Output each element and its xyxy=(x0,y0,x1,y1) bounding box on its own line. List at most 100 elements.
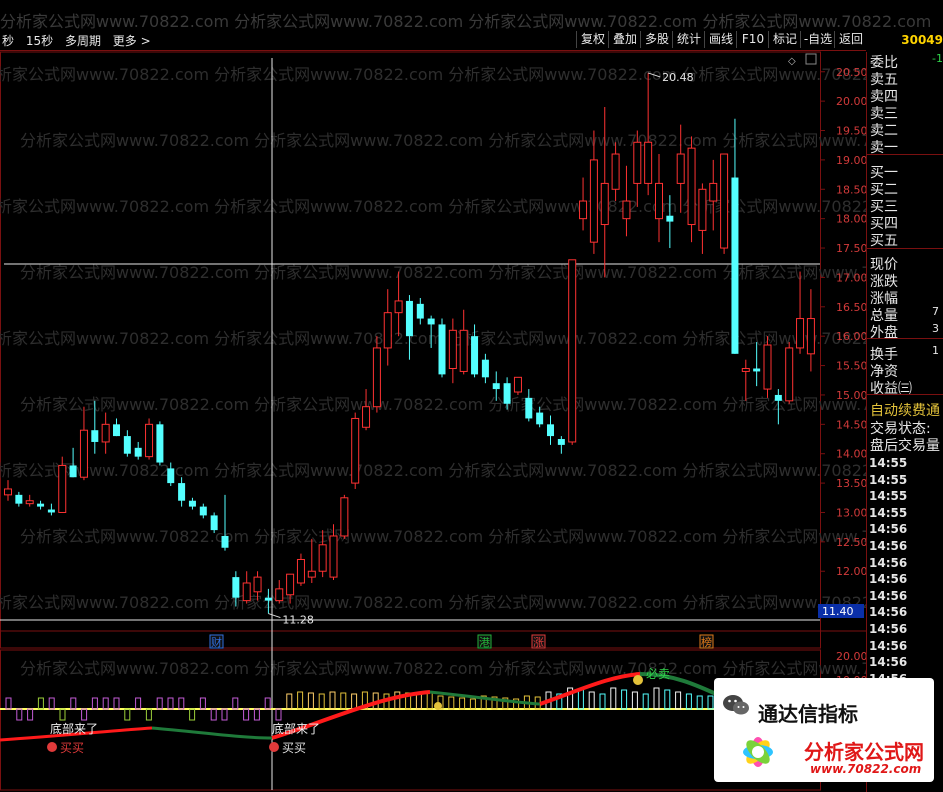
candle-body-up xyxy=(79,429,88,478)
candle-body-up xyxy=(242,582,251,602)
candle-body-up xyxy=(296,558,305,584)
candle-body-down xyxy=(492,383,500,390)
low-pointer xyxy=(268,613,281,619)
candle-body-down xyxy=(536,412,544,425)
price-tick-label: 15.00 xyxy=(836,389,866,402)
indicator-bar xyxy=(631,691,638,710)
indicator-bar xyxy=(588,691,595,710)
indicator-bar xyxy=(329,691,336,710)
candle-body-down xyxy=(481,359,489,378)
indicator-bar xyxy=(91,697,98,710)
candle-body-up xyxy=(340,497,349,537)
indicator-bar xyxy=(37,697,44,710)
price-tick-label: 17.50 xyxy=(836,242,866,255)
indicator-bar xyxy=(113,697,120,710)
indicator-bar xyxy=(415,693,422,710)
candle-body-down xyxy=(547,424,554,437)
indicator-bar xyxy=(275,708,282,721)
indicator-bar xyxy=(286,693,293,710)
indicator-bar xyxy=(459,697,466,710)
indicator-bar xyxy=(426,691,433,710)
price-tick-label: 18.50 xyxy=(836,183,866,196)
indicator-tick-label: 20.00 xyxy=(836,650,866,663)
indicator-bar xyxy=(232,697,239,710)
candle-body-up xyxy=(253,576,262,593)
indicator-bar xyxy=(696,695,703,710)
price-tick-label: 17.00 xyxy=(836,271,866,284)
price-tick-label: 14.50 xyxy=(836,418,866,431)
panel-toggle-icon xyxy=(805,53,817,65)
candle-body-down xyxy=(416,303,424,319)
tick-time: 14:56 xyxy=(869,638,908,653)
indicator-bar xyxy=(297,691,304,710)
candle-body-down xyxy=(471,336,479,375)
quote-row-label: 买五 xyxy=(870,233,898,249)
sell-signal-icon xyxy=(633,675,643,685)
event-marker-label: 港 xyxy=(479,636,490,649)
watermark-row: 分析家公式网www.70822.com 分析家公式网www.70822.com … xyxy=(20,395,866,414)
candle-body-down xyxy=(557,439,565,445)
high-price-label: 20.48 xyxy=(662,71,694,84)
indicator-bar xyxy=(5,697,12,710)
candle-body-up xyxy=(568,259,577,443)
stock-code: 30049 xyxy=(901,33,943,47)
candle-body-up xyxy=(579,200,588,220)
candle-body-up xyxy=(622,200,631,220)
indicator-bar xyxy=(448,696,455,710)
tick-time: 14:55 xyxy=(869,489,908,504)
tick-time: 14:56 xyxy=(869,539,908,553)
candle-body-down xyxy=(113,424,120,437)
candle-body-up xyxy=(58,464,67,513)
candle-body-down xyxy=(525,397,533,419)
price-tick-label: 18.00 xyxy=(836,213,866,226)
indicator-bar xyxy=(351,693,358,710)
indicator-bar xyxy=(253,708,260,721)
candle-body-up xyxy=(785,347,794,402)
indicator-bar xyxy=(221,708,228,721)
tick-time: 14:56 xyxy=(869,572,908,587)
candle-body-up xyxy=(318,544,327,572)
watermark-row: 分析家公式网www.70822.com 分析家公式网www.70822.com … xyxy=(20,527,866,546)
indicator-bar xyxy=(156,697,163,710)
indicator-bar xyxy=(48,697,55,710)
candle-body-down xyxy=(232,577,240,598)
indicator-bar xyxy=(685,693,692,710)
candle-body-down xyxy=(47,509,55,513)
indicator-bar xyxy=(27,708,34,721)
watermark-row: 分析家公式网www.70822.com 分析家公式网www.70822.com … xyxy=(20,131,866,150)
price-tick-label: 15.50 xyxy=(836,360,866,373)
flower-logo-icon xyxy=(743,737,773,767)
candle-body-up xyxy=(329,535,338,578)
candle-body-up xyxy=(687,147,696,226)
indicator-bar xyxy=(394,691,401,710)
candle-body-down xyxy=(156,424,164,463)
tick-time: 14:56 xyxy=(869,605,908,620)
tick-time: 14:56 xyxy=(869,655,908,670)
tick-time: 14:55 xyxy=(869,505,908,520)
indicator-bar xyxy=(264,697,271,710)
price-tick-label: 14.00 xyxy=(836,448,866,461)
candle-body-up xyxy=(145,423,154,458)
indicator-bar xyxy=(189,708,196,721)
signal-line-green xyxy=(429,690,541,706)
quote-row-label: 盘后交易量 xyxy=(870,438,940,454)
candle-body-down xyxy=(427,318,435,325)
candle-body-down xyxy=(15,494,23,504)
wechat-account-name: 通达信指标 xyxy=(758,702,858,726)
quote-divider xyxy=(867,248,943,249)
indicator-bar xyxy=(59,708,66,721)
indicator-bar xyxy=(675,691,682,710)
indicator-bar xyxy=(16,708,23,721)
signal-line-red xyxy=(539,672,641,706)
candle-body-up xyxy=(655,182,663,220)
candle-body-up xyxy=(351,417,360,484)
quote-row-value: 3 xyxy=(932,322,939,335)
promo-badge: 通达信指标 分析家公式网 www.70822.com xyxy=(714,678,934,782)
candlestick-chart: 分析家公式网www.70822.com 分析家公式网www.70822.com … xyxy=(0,51,866,791)
watermark-row: 分析家公式网www.70822.com 分析家公式网www.70822.com … xyxy=(0,593,866,612)
price-tick-label: 20.50 xyxy=(836,66,866,79)
bottom-signal-label: 底部来了 xyxy=(50,721,98,736)
indicator-bar xyxy=(102,697,109,710)
candle-body-up xyxy=(633,141,642,184)
candle-body-up xyxy=(307,570,316,578)
